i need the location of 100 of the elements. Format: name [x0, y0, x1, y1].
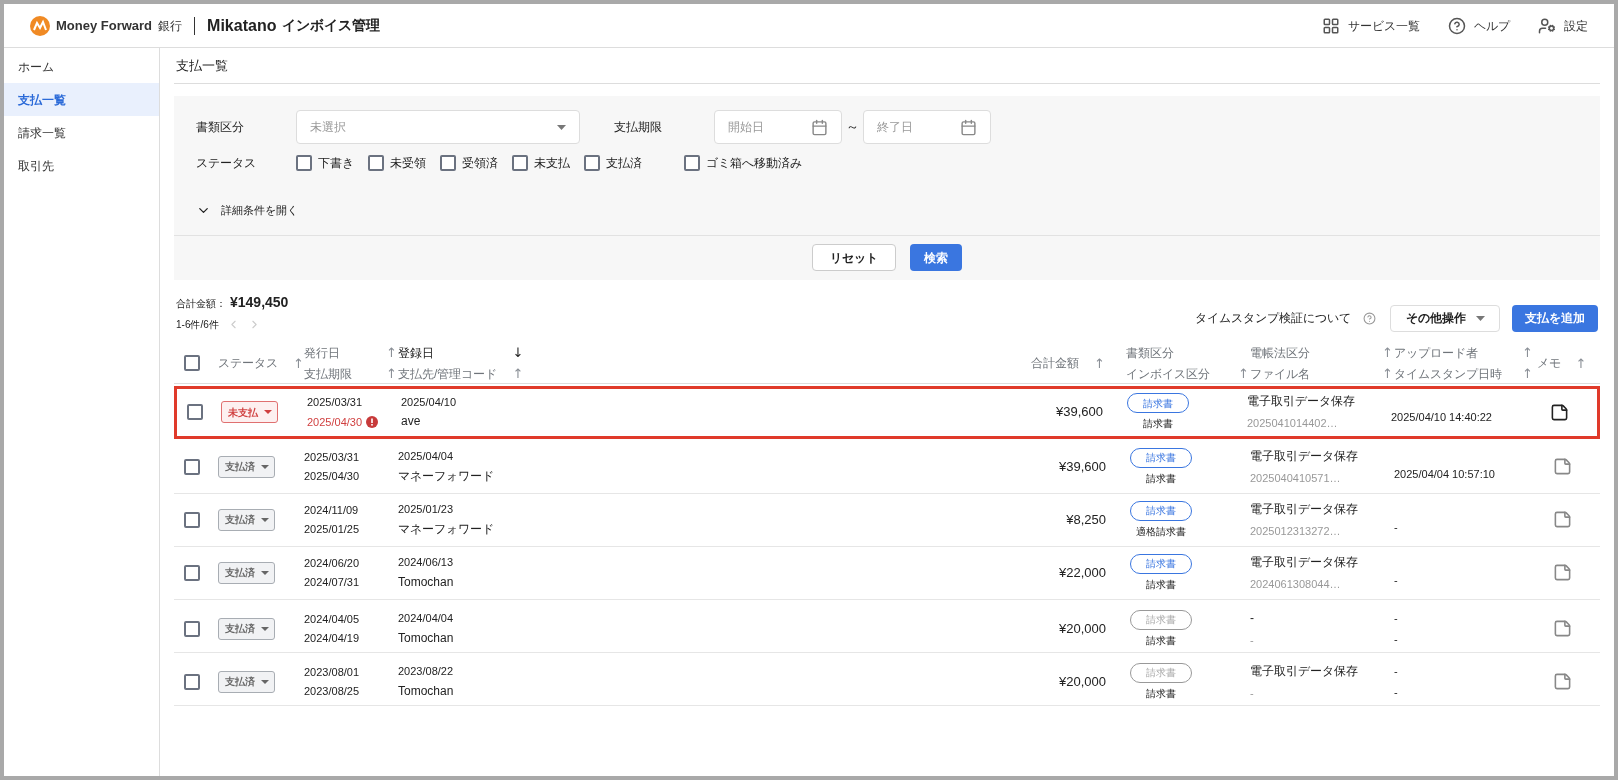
table-row[interactable]: 支払済 2025/03/31 2025/04/30 2025/04/04 マネーフォワード ¥39,600 請求書 請求書 電子取引データ保存 2025040410571… 2025/04/04 10:57:10 — [174, 440, 1600, 494]
invoice-type: 請求書 — [1143, 417, 1173, 431]
column-header[interactable]: 書類区分 — [1126, 343, 1223, 362]
column-header[interactable]: メモ — [1536, 354, 1561, 372]
vendor-name: マネーフォワード — [398, 520, 495, 538]
sort-button[interactable]: ↑ — [292, 356, 305, 370]
search-button[interactable]: 検索 — [910, 244, 962, 271]
filter-label: 支払期限 — [614, 119, 663, 136]
caret-icon — [260, 570, 269, 575]
table-row[interactable]: 支払済 2024/11/09 2025/01/25 2025/01/23 マネーフォワード ¥8,250 請求書 適格請求書 電子取引データ保存 2025012313272… - — [174, 493, 1600, 547]
brand-name: Money Forward — [56, 16, 153, 35]
file-name: 2025041014402… — [1247, 416, 1339, 432]
caret-icon — [263, 410, 272, 414]
amount: ¥8,250 — [1065, 510, 1107, 529]
timestamp: 2025/04/10 14:40:22 — [1391, 410, 1493, 425]
sort-button[interactable]: ↑ — [385, 367, 398, 380]
column-header[interactable]: タイムスタンプ日時 — [1394, 364, 1507, 383]
sort-button[interactable]: ↑ — [1521, 346, 1534, 359]
product-sub: インボイス管理 — [282, 16, 381, 35]
sort-button[interactable]: ↑ — [1521, 367, 1534, 380]
column-header[interactable]: アップロード者 — [1394, 343, 1507, 362]
status-dropdown[interactable]: 支払済 — [218, 617, 275, 640]
header-nav-link[interactable]: サービス一覧 — [1322, 16, 1420, 35]
details-toggle[interactable]: 詳細条件を開く — [196, 202, 298, 219]
status-dropdown[interactable]: 支払済 — [218, 670, 275, 693]
due-date: 2025/01/25 — [304, 522, 360, 537]
timestamp-link[interactable]: タイムスタンプ検証について — [1195, 309, 1351, 327]
date-field[interactable]: 開始日 — [714, 110, 842, 144]
sort-button[interactable]: ↓ — [511, 346, 525, 359]
column-header[interactable]: 登録日 — [398, 343, 498, 362]
checkbox[interactable] — [296, 155, 312, 171]
column-header[interactable]: 支払期限 — [304, 364, 371, 383]
checkbox[interactable] — [184, 511, 200, 528]
table-row[interactable]: 支払済 2024/06/20 2024/07/31 2024/06/13 Tomochan ¥22,000 請求書 請求書 電子取引データ保存 2024061308044… - — [174, 546, 1600, 600]
issue-date: 2025/03/31 — [307, 395, 364, 410]
date-field[interactable]: 終了日 — [863, 110, 991, 144]
column-header[interactable]: インボイス区分 — [1126, 364, 1223, 383]
timestamp: 2025/04/04 10:57:10 — [1394, 467, 1496, 482]
status-dropdown[interactable]: 支払済 — [218, 561, 275, 584]
checkbox[interactable] — [440, 155, 456, 171]
vendor-name: Tomochan — [398, 682, 455, 700]
timestamp: - — [1394, 685, 1399, 700]
column-header[interactable]: 発行日 — [304, 343, 371, 362]
checkbox[interactable] — [684, 155, 700, 171]
checkbox[interactable] — [512, 155, 528, 171]
table-row[interactable]: 支払済 2024/04/05 2024/04/19 2024/04/04 Tomochan ¥20,000 請求書 請求書 - - - - — [174, 599, 1600, 653]
checkbox[interactable] — [184, 620, 200, 637]
sort-button[interactable]: ↑ — [1381, 367, 1394, 380]
checkbox[interactable] — [368, 155, 384, 171]
help-icon[interactable] — [1363, 311, 1376, 325]
due-date: 2023/08/25 — [304, 684, 360, 699]
checkbox-label: 支払済 — [606, 155, 642, 172]
checkbox[interactable] — [184, 458, 200, 475]
sidebar-item[interactable]: 取引先 — [4, 149, 159, 182]
column-header[interactable]: 支払先/管理コード — [398, 364, 498, 383]
page-title: 支払一覧 — [175, 56, 229, 75]
registered-date: 2025/04/10 — [401, 394, 458, 410]
reset-button[interactable]: リセット — [812, 244, 896, 271]
warning-icon — [366, 415, 379, 428]
sidebar-item[interactable]: 支払一覧 — [4, 83, 159, 116]
sort-button[interactable]: ↑ — [1093, 356, 1106, 370]
sort-button[interactable]: ↑ — [1237, 367, 1250, 380]
storage-type: 電子取引データ保存 — [1247, 393, 1356, 411]
sort-button[interactable]: ↑ — [1574, 356, 1588, 370]
header-nav-link[interactable]: 設定 — [1538, 16, 1588, 35]
status-dropdown[interactable]: 支払済 — [218, 508, 275, 531]
sort-button[interactable]: ↑ — [511, 367, 525, 380]
range-separator: ～ — [846, 118, 859, 137]
table-row[interactable]: 支払済 2023/08/01 2023/08/25 2023/08/22 Tomochan ¥20,000 請求書 請求書 電子取引データ保存 - - - — [174, 652, 1600, 706]
issue-date: 2024/06/20 — [304, 555, 361, 571]
checkbox[interactable] — [184, 564, 200, 581]
other-actions-button[interactable]: その他操作 — [1390, 304, 1500, 332]
column-header[interactable]: ファイル名 — [1250, 364, 1367, 383]
column-header[interactable]: 合計金額 — [1031, 354, 1079, 372]
add-payment-button[interactable]: 支払を追加 — [1512, 304, 1598, 332]
invoice-type: 請求書 — [1146, 686, 1176, 701]
checkbox[interactable] — [184, 673, 200, 690]
status-dropdown[interactable]: 支払済 — [218, 455, 275, 478]
sort-button[interactable]: ↑ — [1381, 346, 1394, 359]
column-header[interactable]: ステータス — [218, 354, 278, 372]
table-row[interactable]: 未支払 2025/03/31 2025/04/30 2025/04/10 ave ¥39,600 請求書 請求書 電子取引データ保存 2025041014402… 2025/04/10 14:40:22 — [174, 385, 1600, 439]
doc-type-select[interactable]: 未選択 — [296, 110, 580, 144]
total-amount: ¥149,450 — [230, 292, 289, 312]
sidebar-item[interactable]: ホーム — [4, 50, 159, 83]
checkbox[interactable] — [584, 155, 600, 171]
checkbox[interactable] — [184, 355, 200, 371]
sidebar-item[interactable]: 請求一覧 — [4, 116, 159, 149]
timestamp: - — [1394, 573, 1399, 588]
caret-icon — [260, 464, 269, 469]
storage-type: - — [1250, 609, 1255, 627]
file-name: 2024061308044… — [1250, 576, 1342, 592]
help-icon — [1448, 16, 1466, 35]
sort-button[interactable]: ↑ — [385, 346, 398, 359]
file-name: 2025012313272… — [1250, 523, 1342, 539]
checkbox[interactable] — [187, 404, 203, 420]
status-dropdown[interactable]: 未支払 — [221, 401, 278, 423]
header-nav-link[interactable]: ヘルプ — [1448, 16, 1510, 35]
memo-icon[interactable] — [1549, 402, 1569, 422]
column-header[interactable]: 電帳法区分 — [1250, 343, 1367, 362]
caret-icon — [260, 626, 269, 631]
